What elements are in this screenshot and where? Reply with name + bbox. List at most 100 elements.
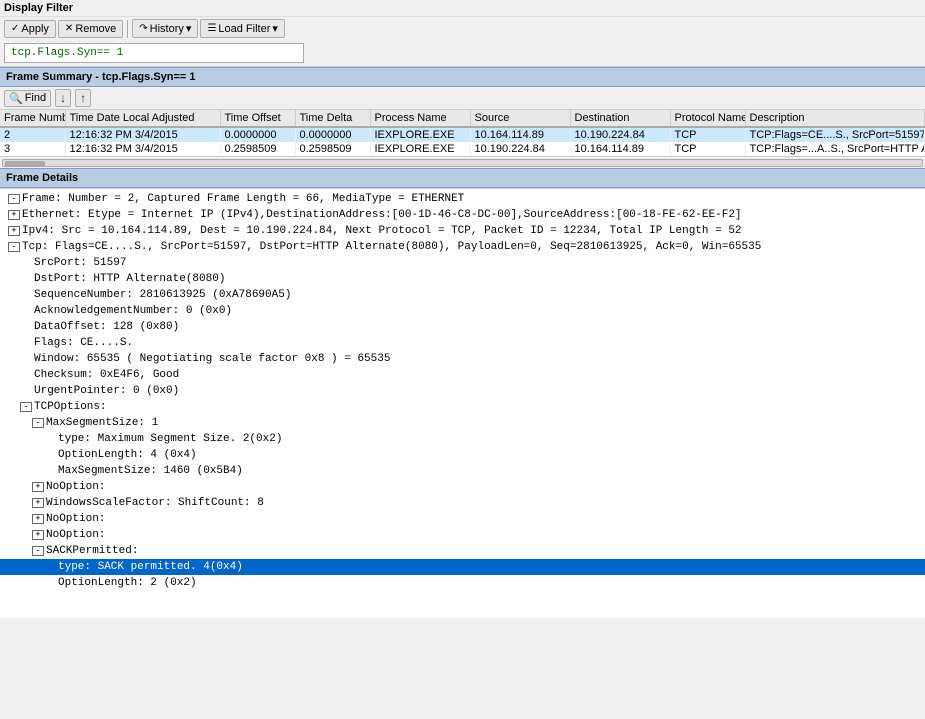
detail-text: WindowsScaleFactor: ShiftCount: 8 xyxy=(46,497,264,509)
expand-icon[interactable]: + xyxy=(32,530,44,540)
history-icon: ↷ xyxy=(139,23,147,34)
expand-icon[interactable]: + xyxy=(8,210,20,220)
detail-line[interactable]: +NoOption: xyxy=(0,527,925,543)
load-filter-dropdown-icon: ▾ xyxy=(272,22,278,35)
col-header-frame[interactable]: Frame Number xyxy=(0,110,65,127)
scrollbar-thumb[interactable] xyxy=(5,161,45,167)
col-header-process[interactable]: Process Name xyxy=(370,110,470,127)
col-header-source[interactable]: Source xyxy=(470,110,570,127)
detail-line[interactable]: OptionLength: 2 (0x2) xyxy=(0,575,925,591)
detail-text: type: SACK permitted. 4(0x4) xyxy=(58,561,243,573)
table-cell: TCP xyxy=(670,142,745,156)
frame-details-header: Frame Details xyxy=(0,168,925,188)
col-header-timedelta[interactable]: Time Delta xyxy=(295,110,370,127)
load-filter-icon: ☰ xyxy=(207,23,216,34)
detail-line[interactable]: Window: 65535 ( Negotiating scale factor… xyxy=(0,351,925,367)
detail-text: Ipv4: Src = 10.164.114.89, Dest = 10.190… xyxy=(22,225,742,237)
table-cell: IEXPLORE.EXE xyxy=(370,142,470,156)
detail-line[interactable]: -Tcp: Flags=CE....S., SrcPort=51597, Dst… xyxy=(0,239,925,255)
table-header-row: Frame Number Time Date Local Adjusted Ti… xyxy=(0,110,925,127)
col-header-timeoffset[interactable]: Time Offset xyxy=(220,110,295,127)
display-filter-toolbar: ✓ Apply ✕ Remove ↷ History ▾ ☰ Load Filt… xyxy=(0,16,925,40)
detail-line[interactable]: UrgentPointer: 0 (0x0) xyxy=(0,383,925,399)
frame-details: -Frame: Number = 2, Captured Frame Lengt… xyxy=(0,188,925,618)
detail-line[interactable]: +Ipv4: Src = 10.164.114.89, Dest = 10.19… xyxy=(0,223,925,239)
table-cell: 10.190.224.84 xyxy=(570,127,670,142)
expand-icon[interactable]: - xyxy=(8,194,20,204)
horizontal-scrollbar[interactable] xyxy=(0,156,925,168)
table-cell: IEXPLORE.EXE xyxy=(370,127,470,142)
expand-icon[interactable]: + xyxy=(8,226,20,236)
col-header-dest[interactable]: Destination xyxy=(570,110,670,127)
detail-line[interactable]: +Ethernet: Etype = Internet IP (IPv4),De… xyxy=(0,207,925,223)
table-cell: 0.0000000 xyxy=(295,127,370,142)
expand-icon[interactable]: - xyxy=(20,402,32,412)
detail-line[interactable]: DstPort: HTTP Alternate(8080) xyxy=(0,271,925,287)
display-filter-section: Display Filter ✓ Apply ✕ Remove ↷ Histor… xyxy=(0,0,925,67)
detail-text: SrcPort: 51597 xyxy=(34,257,126,269)
packet-table-body: 212:16:32 PM 3/4/20150.00000000.0000000I… xyxy=(0,127,925,156)
detail-line[interactable]: -Frame: Number = 2, Captured Frame Lengt… xyxy=(0,191,925,207)
expand-icon[interactable]: + xyxy=(32,482,44,492)
detail-line[interactable]: type: SACK permitted. 4(0x4) xyxy=(0,559,925,575)
detail-line[interactable]: -TCPOptions: xyxy=(0,399,925,415)
col-header-protocol[interactable]: Protocol Name xyxy=(670,110,745,127)
detail-line[interactable]: Flags: CE....S. xyxy=(0,335,925,351)
detail-line[interactable]: type: Maximum Segment Size. 2(0x2) xyxy=(0,431,925,447)
find-label: Find xyxy=(25,92,46,104)
detail-line[interactable]: -SACKPermitted: xyxy=(0,543,925,559)
expand-icon[interactable]: - xyxy=(8,242,20,252)
detail-text: TCPOptions: xyxy=(34,401,107,413)
detail-text: Window: 65535 ( Negotiating scale factor… xyxy=(34,353,390,365)
table-cell: TCP:Flags=...A..S., SrcPort=HTTP Alterna… xyxy=(745,142,925,156)
display-filter-title: Display Filter xyxy=(0,0,925,16)
detail-text: SequenceNumber: 2810613925 (0xA78690A5) xyxy=(34,289,291,301)
remove-icon: ✕ xyxy=(65,23,73,34)
arrow-up-icon: ↑ xyxy=(80,91,86,105)
col-header-time[interactable]: Time Date Local Adjusted xyxy=(65,110,220,127)
col-header-desc[interactable]: Description xyxy=(745,110,925,127)
remove-button[interactable]: ✕ Remove xyxy=(58,20,123,38)
table-row[interactable]: 212:16:32 PM 3/4/20150.00000000.0000000I… xyxy=(0,127,925,142)
table-cell: 0.0000000 xyxy=(220,127,295,142)
load-filter-label: Load Filter xyxy=(218,23,270,35)
apply-label: Apply xyxy=(21,23,49,35)
history-label: History xyxy=(150,23,184,35)
detail-line[interactable]: AcknowledgementNumber: 0 (0x0) xyxy=(0,303,925,319)
detail-text: MaxSegmentSize: 1 xyxy=(46,417,158,429)
detail-line[interactable]: +NoOption: xyxy=(0,479,925,495)
detail-text: Flags: CE....S. xyxy=(34,337,133,349)
find-down-button[interactable]: ↓ xyxy=(55,89,71,107)
binoculars-icon: 🔍 xyxy=(9,92,23,105)
table-cell: 12:16:32 PM 3/4/2015 xyxy=(65,142,220,156)
expand-icon[interactable]: - xyxy=(32,546,44,556)
apply-button[interactable]: ✓ Apply xyxy=(4,20,56,38)
find-up-button[interactable]: ↑ xyxy=(75,89,91,107)
expand-icon[interactable]: - xyxy=(32,418,44,428)
detail-line[interactable]: +WindowsScaleFactor: ShiftCount: 8 xyxy=(0,495,925,511)
find-button[interactable]: 🔍 Find xyxy=(4,90,51,107)
detail-line[interactable]: -MaxSegmentSize: 1 xyxy=(0,415,925,431)
arrow-down-icon: ↓ xyxy=(60,91,66,105)
table-cell: 12:16:32 PM 3/4/2015 xyxy=(65,127,220,142)
detail-line[interactable]: +NoOption: xyxy=(0,511,925,527)
detail-text: OptionLength: 2 (0x2) xyxy=(58,577,197,589)
detail-line[interactable]: DataOffset: 128 (0x80) xyxy=(0,319,925,335)
detail-line[interactable]: SrcPort: 51597 xyxy=(0,255,925,271)
detail-text: Checksum: 0xE4F6, Good xyxy=(34,369,179,381)
table-row[interactable]: 312:16:32 PM 3/4/20150.25985090.2598509I… xyxy=(0,142,925,156)
load-filter-button[interactable]: ☰ Load Filter ▾ xyxy=(200,19,284,38)
find-toolbar: 🔍 Find ↓ ↑ xyxy=(0,87,925,110)
detail-line[interactable]: MaxSegmentSize: 1460 (0x5B4) xyxy=(0,463,925,479)
table-cell: 10.164.114.89 xyxy=(570,142,670,156)
expand-icon[interactable]: + xyxy=(32,498,44,508)
filter-input[interactable] xyxy=(4,43,304,63)
table-cell: 3 xyxy=(0,142,65,156)
detail-line[interactable]: OptionLength: 4 (0x4) xyxy=(0,447,925,463)
detail-text: DstPort: HTTP Alternate(8080) xyxy=(34,273,225,285)
detail-text: NoOption: xyxy=(46,513,105,525)
history-button[interactable]: ↷ History ▾ xyxy=(132,19,198,38)
detail-line[interactable]: Checksum: 0xE4F6, Good xyxy=(0,367,925,383)
detail-line[interactable]: SequenceNumber: 2810613925 (0xA78690A5) xyxy=(0,287,925,303)
expand-icon[interactable]: + xyxy=(32,514,44,524)
